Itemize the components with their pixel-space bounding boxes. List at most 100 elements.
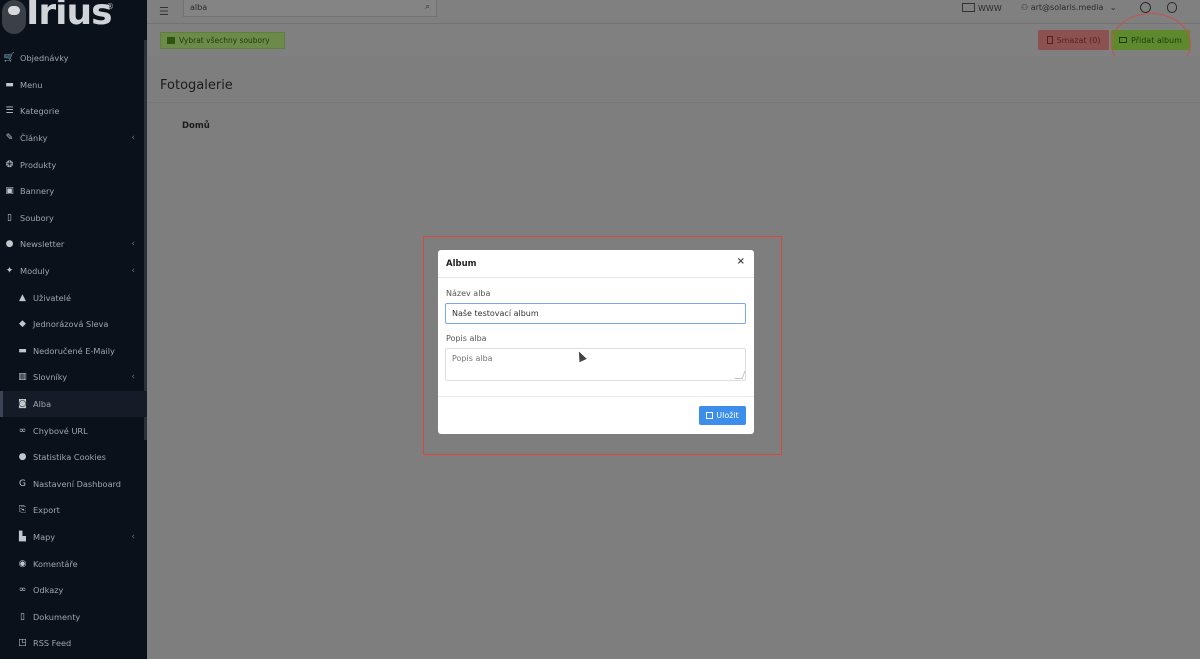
file-icon: ▯ — [7, 212, 12, 223]
album-name-input[interactable] — [445, 303, 746, 324]
export-icon: ⎘ — [18, 505, 27, 516]
gear-icon: ❂ — [5, 159, 14, 170]
chevron-left-icon[interactable]: ‹ — [131, 372, 135, 382]
album-description-input[interactable] — [445, 348, 746, 381]
divider — [147, 102, 1200, 103]
save-button[interactable]: Uložit — [699, 406, 746, 425]
chevron-left-icon[interactable]: ‹ — [131, 133, 135, 143]
sidebar-item-export[interactable]: ⎘ Export — [0, 497, 147, 524]
sidebar-item-rss-feed[interactable]: ◳ RSS Feed — [0, 630, 147, 657]
modal-title: Album — [446, 259, 477, 269]
logo[interactable]: Irius ® — [0, 0, 147, 40]
sidebar-item-menu[interactable]: ▬ Menu — [0, 72, 147, 99]
album-modal: Album × Název alba Popis alba Uložit — [438, 250, 754, 434]
page-title: Fotogalerie — [160, 78, 233, 93]
sidebar-item-dokumenty[interactable]: ▯ Dokumenty — [0, 603, 147, 630]
sidebar-item-objedn-vky[interactable]: 🛒 Objednávky — [0, 45, 147, 72]
truck-icon: ▬ — [18, 345, 27, 356]
sidebar-item-label: Objednávky — [20, 53, 69, 64]
sidebar-item-jednor-zov-sleva[interactable]: ◆ Jednorázová Sleva — [0, 311, 147, 338]
link-icon: ∞ — [18, 585, 27, 596]
sidebar-item-label: Bannery — [20, 186, 55, 197]
user-menu[interactable]: ⚇ art@solaris.media ⌄ — [1021, 3, 1117, 12]
sidebar-item-label: RSS Feed — [33, 638, 72, 649]
sidebar-item-statistika-cookies[interactable]: ● Statistika Cookies — [0, 444, 147, 471]
sidebar-item-nedoru-en-e-maily[interactable]: ▬ Nedoručené E-Maily — [0, 338, 147, 365]
close-icon[interactable]: × — [737, 256, 745, 267]
album-description-label: Popis alba — [446, 334, 487, 343]
sidebar-item-label: Články — [20, 133, 48, 144]
newsletter-icon: ● — [5, 239, 14, 250]
chevron-left-icon[interactable]: ‹ — [131, 266, 135, 276]
sidebar-item-label: Produkty — [20, 159, 57, 170]
comments-icon: ◉ — [18, 558, 27, 569]
search-input[interactable] — [190, 3, 410, 12]
registered-mark: ® — [106, 2, 114, 11]
modal-header: Album × — [438, 250, 754, 278]
tag-icon: ◆ — [19, 319, 26, 330]
sidebar-item-kategorie[interactable]: ☰ Kategorie — [0, 98, 147, 125]
trash-icon — [1046, 36, 1053, 44]
list-icon: ☰ — [5, 106, 14, 117]
sidebar-item-label: Uživatelé — [33, 292, 71, 303]
sidebar-item-alba[interactable]: ◙ Alba — [0, 390, 147, 418]
sidebar-item-u-ivatel-[interactable]: ▲ Uživatelé — [0, 284, 147, 311]
sidebar-item-label: Alba — [33, 399, 52, 410]
album-name-label: Název alba — [446, 289, 491, 298]
modal-footer-divider — [438, 396, 754, 397]
logo-text: Irius — [26, 0, 113, 33]
sidebar-item-nastaven-dashboard[interactable]: G Nastavení Dashboard — [0, 471, 147, 498]
google-icon: G — [19, 478, 26, 489]
www-label: WWW — [978, 4, 1002, 13]
sidebar-item-label: Soubory — [20, 212, 54, 223]
www-link[interactable]: WWW — [962, 3, 1002, 13]
sidebar-item-label: Statistika Cookies — [33, 452, 106, 463]
breadcrumb[interactable]: Domů — [182, 121, 210, 131]
camera-icon: ◙ — [18, 399, 27, 410]
cookie-icon: ● — [18, 452, 27, 463]
search-icon[interactable]: ⌕ — [425, 2, 430, 12]
chevron-down-icon: ⌄ — [1109, 3, 1117, 12]
document-icon: ▯ — [20, 611, 25, 622]
active-indicator — [0, 390, 3, 418]
floppy-disk-icon — [706, 412, 714, 419]
sidebar-item-label: Moduly — [20, 266, 50, 277]
top-bar: ☰ ⌕ WWW ⚇ art@solaris.media ⌄ — [147, 0, 1200, 24]
sidebar-item-soubory[interactable]: ▯ Soubory — [0, 205, 147, 232]
power-icon[interactable] — [1167, 2, 1177, 13]
sidebar-item-moduly[interactable]: ✦ Moduly ‹ — [0, 258, 147, 285]
sidebar-item-label: Newsletter — [20, 239, 65, 250]
chevron-left-icon[interactable]: ‹ — [131, 532, 135, 542]
sidebar-item-newsletter[interactable]: ● Newsletter ‹ — [0, 231, 147, 258]
sidebar-item-odkazy[interactable]: ∞ Odkazy — [0, 577, 147, 604]
sidebar-item-slovn-ky[interactable]: ▥ Slovníky ‹ — [0, 364, 147, 391]
astronaut-logo-icon — [2, 0, 26, 34]
monitor-icon — [962, 3, 975, 12]
sidebar-item-koment-e[interactable]: ◉ Komentáře — [0, 550, 147, 577]
palette-icon[interactable] — [1140, 2, 1151, 13]
user-email: art@solaris.media — [1030, 3, 1104, 12]
sidebar-item-label: Odkazy — [33, 585, 64, 596]
sidebar-item-bannery[interactable]: ▣ Bannery — [0, 178, 147, 205]
sidebar-nav: 🛒 Objednávky ▬ Menu ☰ Kategorie ✎ Články ‹ ❂ Produ… — [0, 45, 147, 657]
sidebar-item-produkty[interactable]: ❂ Produkty — [0, 151, 147, 178]
select-all-files-button[interactable]: Vybrat všechny soubory — [160, 32, 285, 49]
puzzle-icon: ✦ — [5, 266, 14, 277]
save-label: Uložit — [716, 411, 739, 420]
sidebar-item--l-nky[interactable]: ✎ Články ‹ — [0, 125, 147, 152]
link-icon: ∞ — [18, 425, 27, 436]
cart-icon: 🛒 — [3, 53, 16, 64]
chevron-left-icon[interactable]: ‹ — [131, 239, 135, 249]
folder-add-icon — [167, 37, 175, 44]
sidebar-item-chybov-url[interactable]: ∞ Chybové URL — [0, 417, 147, 444]
hamburger-menu-icon[interactable]: ☰ — [159, 5, 169, 18]
pencil-icon: ✎ — [5, 133, 14, 144]
sidebar-item-label: Jednorázová Sleva — [33, 319, 109, 330]
sidebar-item-label: Slovníky — [33, 372, 68, 383]
sidebar-item-label: Chybové URL — [33, 425, 88, 436]
sidebar-item-label: Kategorie — [20, 106, 60, 117]
action-toolbar: Vybrat všechny soubory Smazat (0) Přidat… — [147, 24, 1200, 56]
delete-button[interactable]: Smazat (0) — [1038, 30, 1109, 50]
search-box: ⌕ — [183, 0, 437, 17]
sidebar-item-mapy[interactable]: ▙ Mapy ‹ — [0, 524, 147, 551]
